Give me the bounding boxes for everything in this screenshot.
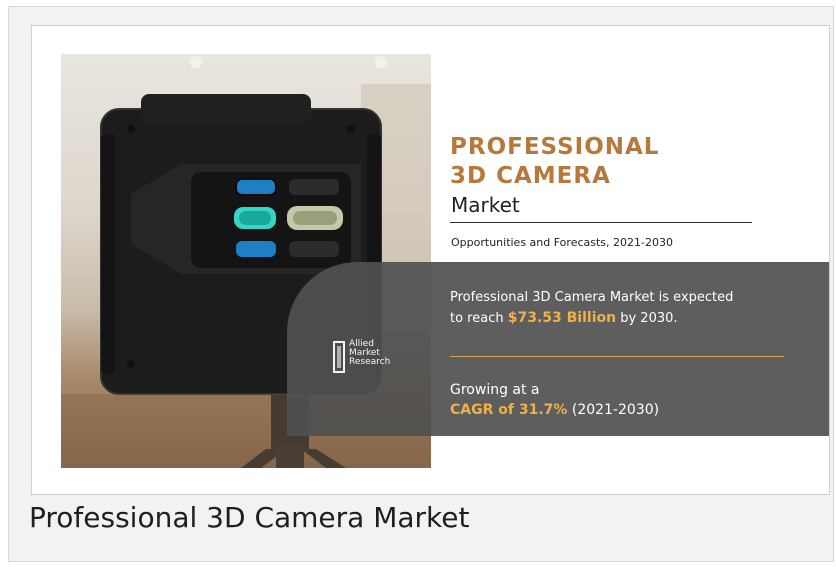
stat-market-size-prefix: to reach <box>450 311 508 326</box>
stat-cagr-line1: Growing at a <box>450 382 540 398</box>
cagr-period: (2021-2030) <box>567 402 660 418</box>
cagr-value: CAGR of 31.7% <box>450 402 568 418</box>
market-infographic[interactable]: PROFESSIONAL 3D CAMERA Market Opportunit… <box>31 25 830 495</box>
market-size-value: $73.53 Billion <box>507 310 617 326</box>
image-card: PROFESSIONAL 3D CAMERA Market Opportunit… <box>8 6 834 562</box>
title-line-2: 3D CAMERA <box>450 163 611 189</box>
logo-line-3: Research <box>349 357 391 367</box>
logo-text: Allied Market Research <box>349 340 390 367</box>
stat-market-size-line2: to reach $73.53 Billion by 2030. <box>450 310 678 326</box>
stat-cagr-line2: CAGR of 31.7% (2021-2030) <box>450 402 659 418</box>
stat-market-size-line1: Professional 3D Camera Market is expecte… <box>450 290 734 305</box>
image-caption: Professional 3D Camera Market <box>29 501 470 534</box>
divider-dark <box>450 222 752 223</box>
stat-market-size-suffix: by 2030. <box>616 311 678 326</box>
divider-gold <box>450 356 784 357</box>
subtitle: Market <box>451 193 520 217</box>
allied-market-research-logo: Allied Market Research <box>332 340 414 380</box>
forecast-label: Opportunities and Forecasts, 2021-2030 <box>451 236 673 249</box>
title-line-1: PROFESSIONAL <box>450 134 660 160</box>
logo-mark-icon <box>333 341 345 373</box>
